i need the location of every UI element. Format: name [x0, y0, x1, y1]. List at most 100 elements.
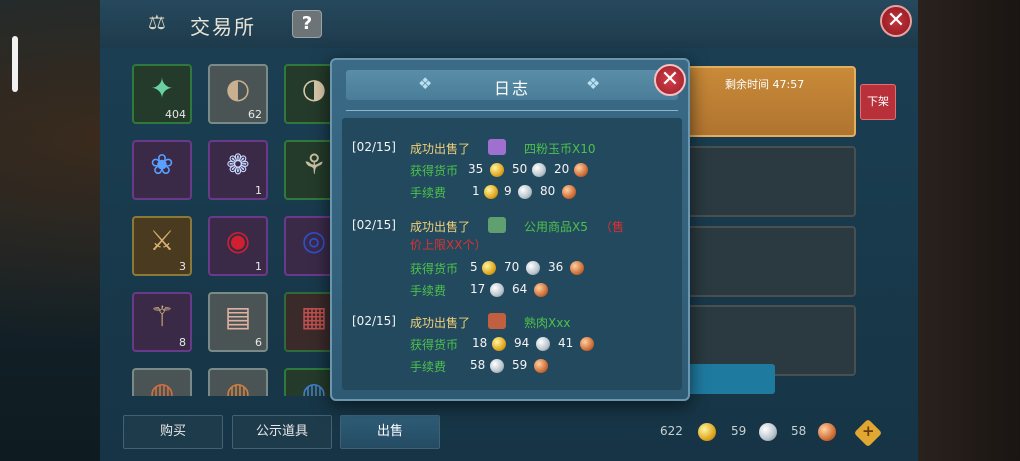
- earned-silver: 70: [504, 260, 520, 274]
- edge-handle[interactable]: [12, 36, 18, 92]
- log-item-name: 四粉玉币X10: [524, 142, 596, 156]
- log-action: 成功出售了: [410, 316, 471, 330]
- listing-card[interactable]: [685, 146, 856, 217]
- close-button[interactable]: ✕: [880, 5, 912, 37]
- listing-card[interactable]: 剩余时间 47:57: [685, 66, 856, 137]
- log-item-name: 公用商品X5: [524, 220, 588, 234]
- listing-action-button[interactable]: [685, 364, 775, 394]
- earned-copper: 20: [554, 162, 570, 176]
- copper-coin-icon: [534, 283, 548, 297]
- delist-button[interactable]: 下架: [860, 84, 896, 120]
- log-date: [02/15]: [352, 140, 396, 154]
- gold-coin-icon: [492, 337, 506, 351]
- earned-gold: 35: [468, 162, 484, 176]
- fee-copper: 64: [512, 282, 528, 296]
- earned-gold: 5: [470, 260, 478, 274]
- item-count: 62: [248, 108, 262, 121]
- help-button[interactable]: ?: [292, 10, 322, 38]
- item-count: 1: [255, 184, 262, 197]
- log-date: [02/15]: [352, 218, 396, 232]
- ruby-ring-icon: ◉: [225, 224, 251, 257]
- copper-amount: 58: [791, 424, 807, 438]
- log-list[interactable]: [02/15] 成功出售了 四粉玉币X10 获得货币 35 50 20 手续费 …: [342, 118, 682, 390]
- gold-amount: 622: [660, 424, 683, 438]
- earned-label: 获得货币: [410, 262, 459, 276]
- fee-label: 手续费: [410, 360, 447, 374]
- listing-card[interactable]: [685, 226, 856, 297]
- silver-coin-icon: [490, 283, 504, 297]
- remaining-time: 剩余时间 47:57: [725, 78, 805, 91]
- blade-icon: ⚔: [149, 224, 175, 257]
- item-slot[interactable]: ⚚ 8: [132, 292, 192, 352]
- item-slot[interactable]: ◍: [208, 368, 268, 396]
- earned-label: 获得货币: [410, 338, 459, 352]
- tab-buy[interactable]: 购买: [123, 415, 223, 449]
- log-item-note-2: 价上限XX个）: [410, 238, 487, 252]
- scale-icon: ⚖: [148, 10, 166, 34]
- log-action: 成功出售了: [410, 142, 471, 156]
- dish-icon: ◍: [149, 376, 175, 396]
- item-count: 1: [255, 260, 262, 273]
- trade-title-bar: ⚖ 交易所 ? ✕: [100, 0, 918, 48]
- earned-silver: 94: [514, 336, 530, 350]
- fee-silver: 9: [504, 184, 512, 198]
- tab-public-items[interactable]: 公示道具: [232, 415, 332, 449]
- lotus-icon: ❁: [226, 148, 250, 181]
- staff-icon: ⚚: [149, 300, 175, 333]
- fee-silver: 17: [470, 282, 486, 296]
- item-slot[interactable]: ❀: [132, 140, 192, 200]
- silver-coin-icon: [759, 423, 777, 441]
- bowl-icon: ◍: [225, 376, 251, 396]
- item-slot[interactable]: ✦ 404: [132, 64, 192, 124]
- copper-coin-icon: [570, 261, 584, 275]
- tab-sell[interactable]: 出售: [340, 415, 440, 449]
- fee-gold: 1: [472, 184, 480, 198]
- item-grid: ✦404 ◐62 ◑1 ❀ ❁1 ⚘ ⚔3 ◉1 ◎ ⚚8 ▤6 ▦ ◍ ◍ ◍: [122, 58, 342, 396]
- log-entry: [02/15] 成功出售了 熟肉Xxx 获得货币 18 94 41 手续费 58…: [342, 313, 682, 390]
- log-date: [02/15]: [352, 314, 396, 328]
- fee-copper: 80: [540, 184, 556, 198]
- meat-tray-icon: ▤: [224, 300, 252, 333]
- page-title: 交易所: [190, 15, 256, 39]
- silver-coin-icon: [532, 163, 546, 177]
- item-count: 8: [179, 336, 186, 349]
- fee-silver: 58: [470, 358, 486, 372]
- item-count: 404: [165, 108, 186, 121]
- item-icon: [488, 217, 506, 233]
- earned-copper: 36: [548, 260, 564, 274]
- copper-coin-icon: [562, 185, 576, 199]
- copper-coin-icon: [818, 423, 836, 441]
- item-slot[interactable]: ❁ 1: [208, 140, 268, 200]
- gold-coin-icon: [698, 423, 716, 441]
- fee-label: 手续费: [410, 186, 447, 200]
- earned-label: 获得货币: [410, 164, 459, 178]
- log-item-name: 熟肉Xxx: [524, 316, 571, 330]
- log-entry: [02/15] 成功出售了 公用商品X5 （售 价上限XX个） 获得货币 5 7…: [342, 217, 682, 314]
- log-item-note: （售: [600, 220, 625, 234]
- item-count: 3: [179, 260, 186, 273]
- copper-coin-icon: [534, 359, 548, 373]
- log-title: 日志: [493, 79, 530, 98]
- item-slot[interactable]: ◍: [132, 368, 192, 396]
- fee-label: 手续费: [410, 284, 447, 298]
- item-slot[interactable]: ▤ 6: [208, 292, 268, 352]
- item-icon: [488, 313, 506, 329]
- earned-copper: 41: [558, 336, 574, 350]
- earned-gold: 18: [472, 336, 488, 350]
- silver-coin-icon: [536, 337, 550, 351]
- item-slot[interactable]: ⚔ 3: [132, 216, 192, 276]
- log-title-bar: ❖ 日志 ❖: [346, 70, 678, 100]
- copper-coin-icon: [574, 163, 588, 177]
- compass-icon: ✦: [150, 72, 174, 105]
- scene-backdrop: [916, 0, 1020, 461]
- item-slot[interactable]: ◐ 62: [208, 64, 268, 124]
- flower-icon: ❀: [150, 148, 174, 181]
- log-dialog: ❖ 日志 ❖ ✕ [02/15] 成功出售了 四粉玉币X10 获得货币 35 5…: [330, 58, 690, 401]
- silver-coin-icon: [526, 261, 540, 275]
- item-slot[interactable]: ◉ 1: [208, 216, 268, 276]
- fossil-icon: ◐: [225, 72, 251, 105]
- log-close-button[interactable]: ✕: [654, 64, 686, 96]
- silver-amount: 59: [731, 424, 747, 438]
- plus-icon: +: [862, 422, 875, 440]
- ornament-icon: ❖: [586, 74, 601, 93]
